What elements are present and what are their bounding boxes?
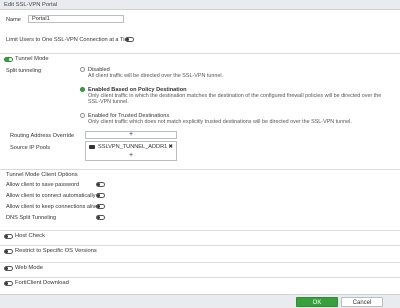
split-tunnel-disabled-desc: All client traffic will be directed over…: [88, 73, 224, 79]
routing-override-label: Routing Address Override: [10, 133, 75, 139]
web-mode-label: Web Mode: [15, 265, 43, 271]
client-option-label: Allow client to save password: [6, 182, 80, 188]
source-ip-pools-label: Source IP Pools: [10, 145, 51, 151]
save-password-toggle[interactable]: [96, 182, 105, 187]
client-option-label: DNS Split Tunneling: [6, 215, 57, 221]
limit-users-label: Limit Users to One SSL-VPN Connection at…: [6, 37, 133, 43]
forticlient-download-label: FortiClient Download: [15, 280, 69, 286]
keep-alive-toggle[interactable]: [96, 204, 105, 209]
client-option-label: Allow client to keep connections alive: [6, 204, 99, 210]
name-input[interactable]: Portal1: [28, 15, 124, 23]
host-check-toggle[interactable]: [4, 234, 13, 239]
forticlient-download-section: FortiClient Download: [0, 277, 400, 287]
forticlient-download-toggle[interactable]: [4, 281, 13, 286]
source-ip-pools-field: SSLVPN_TUNNEL_ADDR1 ✖ +: [85, 141, 177, 161]
restrict-os-section: Restrict to Specific OS Versions: [0, 245, 400, 255]
host-check-section: Host Check: [0, 230, 400, 240]
limit-users-toggle[interactable]: [125, 37, 134, 42]
tunnel-mode-toggle[interactable]: [4, 57, 13, 62]
address-icon: [89, 145, 95, 149]
source-ip-pools-add[interactable]: +: [86, 152, 176, 159]
name-label: Name: [6, 17, 21, 23]
cancel-button[interactable]: Cancel: [341, 297, 383, 307]
restrict-os-label: Restrict to Specific OS Versions: [15, 248, 97, 254]
split-tunnel-policy-radio[interactable]: [80, 87, 85, 92]
host-check-label: Host Check: [15, 233, 45, 239]
split-tunnel-policy-desc: Only client traffic in which the destina…: [88, 93, 382, 106]
restrict-os-toggle[interactable]: [4, 249, 13, 254]
remove-item-icon[interactable]: ✖: [168, 144, 173, 150]
client-option-label: Allow client to connect automatically: [6, 193, 96, 199]
client-options-label: Tunnel Mode Client Options: [6, 172, 78, 178]
window-title: Edit SSL-VPN Portal: [0, 0, 400, 10]
web-mode-section: Web Mode: [0, 262, 400, 272]
connect-automatically-toggle[interactable]: [96, 193, 105, 198]
split-tunneling-label: Split tunneling: [6, 68, 42, 74]
split-tunnel-trusted-desc: Only client traffic which does not match…: [88, 119, 352, 125]
client-options-section: Tunnel Mode Client Options: [0, 169, 400, 179]
split-tunnel-disabled-radio[interactable]: [80, 67, 85, 72]
ok-button[interactable]: OK: [296, 297, 338, 307]
split-tunnel-trusted-radio[interactable]: [80, 113, 85, 118]
tunnel-mode-section: Tunnel Mode: [0, 53, 400, 63]
dialog-footer: OK Cancel: [0, 294, 400, 308]
source-ip-pool-item: SSLVPN_TUNNEL_ADDR1: [98, 144, 168, 150]
tunnel-mode-label: Tunnel Mode: [15, 56, 49, 62]
web-mode-toggle[interactable]: [4, 266, 13, 271]
dns-split-tunneling-toggle[interactable]: [96, 215, 105, 220]
routing-override-add[interactable]: +: [85, 131, 177, 139]
